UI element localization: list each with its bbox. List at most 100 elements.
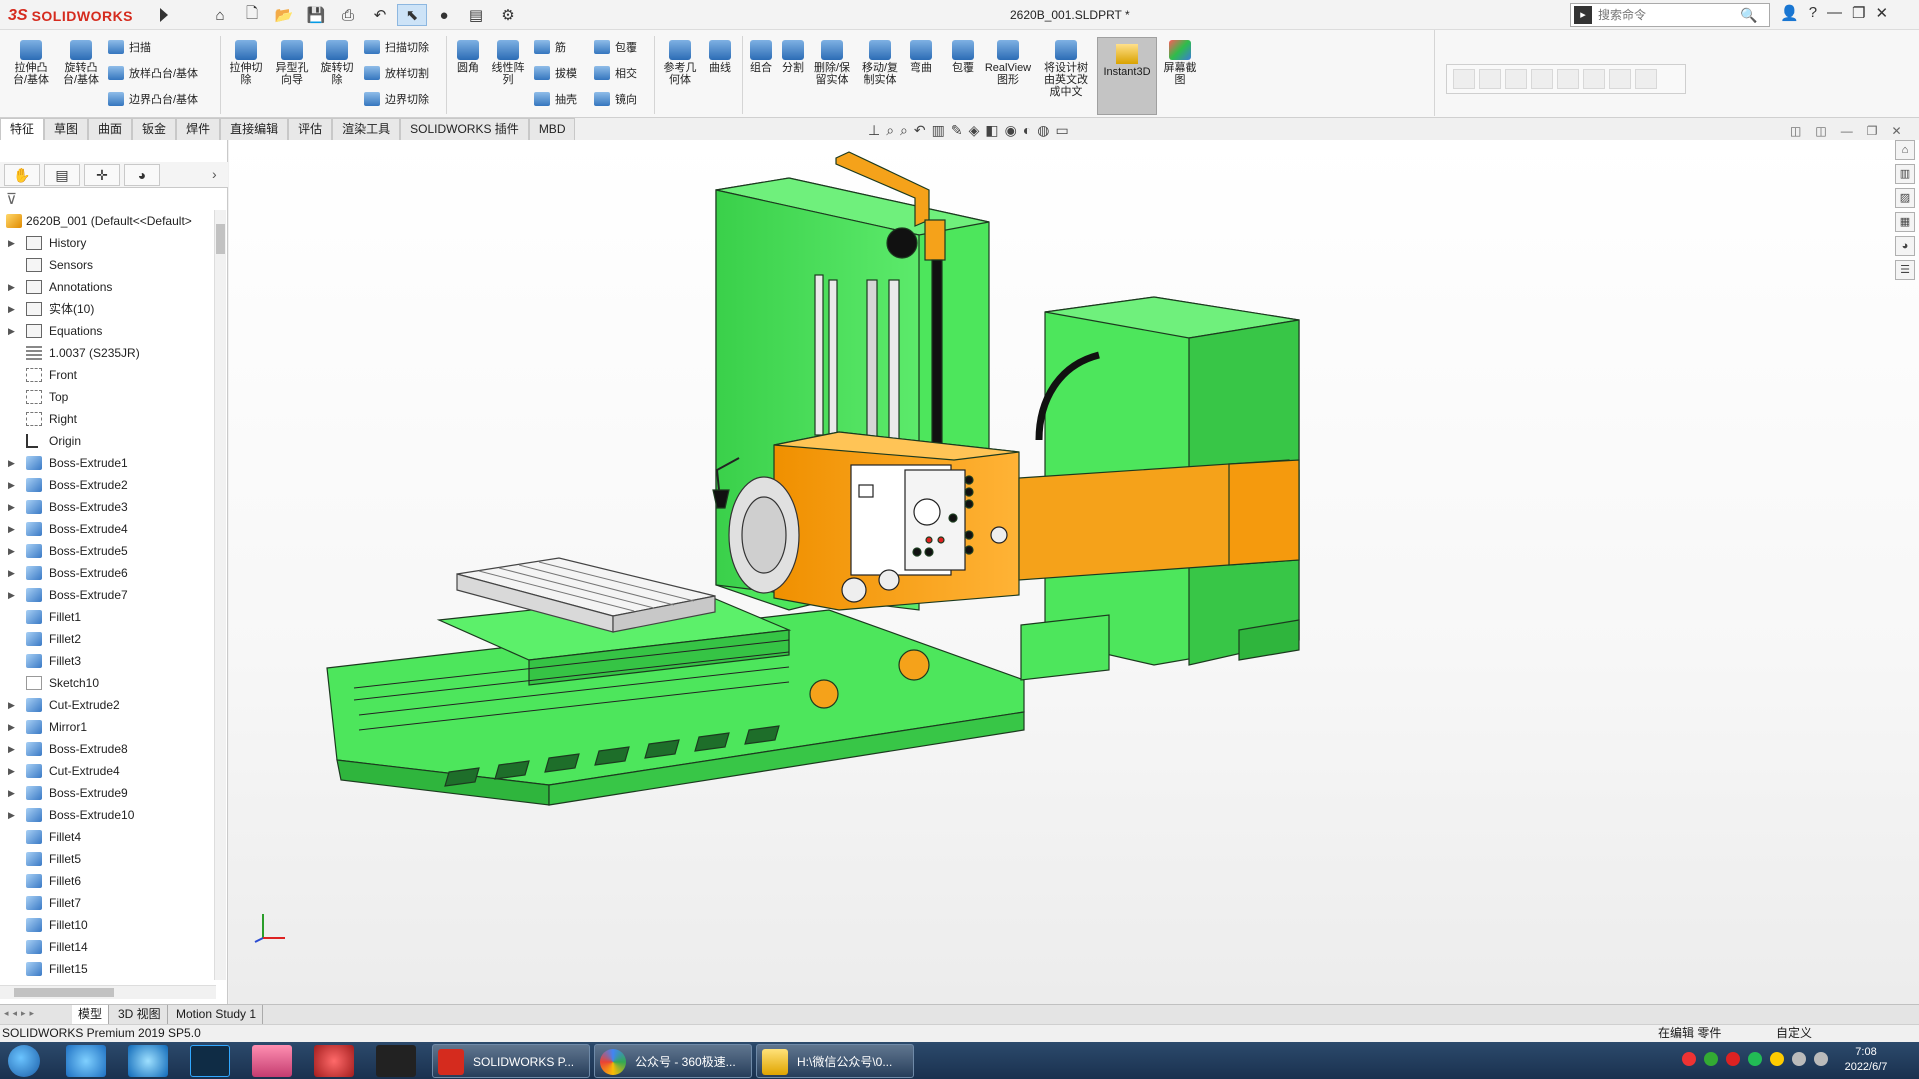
tree-expand-arrow-icon[interactable]: ▶	[8, 782, 15, 804]
tray-app-icon[interactable]	[1704, 1052, 1718, 1066]
start-button-icon[interactable]	[8, 1045, 40, 1077]
solidworks-resources-icon[interactable]: ⌂	[1895, 140, 1915, 160]
realview-button[interactable]: RealView 图形	[982, 40, 1034, 86]
tree-item[interactable]: ▶ Cut-Extrude2	[0, 694, 212, 716]
print-icon[interactable]: ⎙	[333, 4, 363, 26]
tree-item[interactable]: Right	[0, 408, 212, 430]
rib-button[interactable]: 筋	[534, 39, 566, 55]
tree-item[interactable]: ▶ Boss-Extrude8	[0, 738, 212, 760]
combine-button[interactable]: 组合	[746, 40, 776, 74]
tree-expand-arrow-icon[interactable]: ▶	[8, 276, 15, 298]
tree-expand-arrow-icon[interactable]: ▶	[8, 452, 15, 474]
taskbar-app-icon[interactable]	[314, 1045, 354, 1077]
tab-scroll-buttons[interactable]: ◂◂▸▸	[4, 1008, 38, 1019]
property-manager-tab-icon[interactable]: ▤	[44, 164, 80, 186]
hide-show-icon[interactable]: ◉	[1005, 122, 1017, 139]
tree-item[interactable]: ▶ History	[0, 232, 212, 254]
tab-render-tools[interactable]: 渲染工具	[332, 118, 401, 140]
tree-item[interactable]: Top	[0, 386, 212, 408]
screen-capture-button[interactable]: 屏幕截 图	[1160, 40, 1200, 86]
tree-expand-arrow-icon[interactable]: ▶	[8, 716, 15, 738]
photoshop-icon[interactable]	[190, 1045, 230, 1077]
tree-expand-arrow-icon[interactable]: ▶	[8, 320, 15, 342]
taskbar-app-icon[interactable]	[252, 1045, 292, 1077]
view-orientation-icon[interactable]: ⊥	[868, 122, 880, 139]
user-icon[interactable]: 👤	[1780, 4, 1799, 22]
tree-item[interactable]: Fillet10	[0, 914, 212, 936]
display-style-icon[interactable]: ◧	[985, 122, 998, 139]
rebuild-icon[interactable]: ●	[429, 4, 459, 26]
tree-item[interactable]: Fillet7	[0, 892, 212, 914]
tab-evaluate[interactable]: 评估	[288, 118, 333, 140]
boundary-boss-button[interactable]: 边界凸台/基体	[108, 91, 198, 107]
open-document-icon[interactable]: 📂	[269, 4, 299, 26]
tree-item[interactable]: Fillet15	[0, 958, 212, 980]
taskbar-app-icon[interactable]	[376, 1045, 416, 1077]
tray-app-icon[interactable]	[1748, 1052, 1762, 1066]
tree-item[interactable]: ▶ Boss-Extrude4	[0, 518, 212, 540]
tab-model[interactable]: 模型	[72, 1005, 110, 1024]
tree-expand-arrow-icon[interactable]: ▶	[8, 804, 15, 826]
wrap-body-button[interactable]: 包覆	[948, 40, 978, 74]
lofted-boss-button[interactable]: 放样凸台/基体	[108, 65, 198, 81]
viewport-restore-icon[interactable]: ❐	[1867, 124, 1878, 138]
hole-wizard-button[interactable]: 异型孔 向导	[270, 40, 314, 86]
addin-tool-icon[interactable]	[1557, 69, 1579, 89]
undo-icon[interactable]: ↶	[365, 4, 395, 26]
split-button[interactable]: 分割	[778, 40, 808, 74]
addin-tool-icon[interactable]	[1635, 69, 1657, 89]
tree-expand-arrow-icon[interactable]: ▶	[8, 496, 15, 518]
tray-app-icon[interactable]	[1770, 1052, 1784, 1066]
tree-expand-arrow-icon[interactable]: ▶	[8, 738, 15, 760]
apply-scene-icon[interactable]: ◍	[1037, 122, 1049, 139]
boundary-cut-button[interactable]: 边界切除	[364, 91, 429, 107]
network-icon[interactable]	[1814, 1052, 1828, 1066]
new-document-icon[interactable]: 🗋	[237, 4, 267, 26]
tab-3d-views[interactable]: 3D 视图	[112, 1005, 168, 1024]
scrollbar-thumb[interactable]	[14, 988, 114, 997]
view-orientation-cube-icon[interactable]: ◈	[969, 122, 980, 139]
zoom-area-icon[interactable]: ⌕	[900, 122, 908, 139]
tree-item[interactable]: ▶ Boss-Extrude6	[0, 562, 212, 584]
addin-tool-icon[interactable]	[1453, 69, 1475, 89]
zoom-to-fit-icon[interactable]: ⌕	[886, 122, 894, 139]
addin-tool-icon[interactable]	[1609, 69, 1631, 89]
custom-properties-icon[interactable]: ☰	[1895, 260, 1915, 280]
curves-button[interactable]: 曲线	[704, 40, 736, 74]
tree-item[interactable]: ▶ Annotations	[0, 276, 212, 298]
tray-app-icon[interactable]	[1726, 1052, 1740, 1066]
addin-tool-icon[interactable]	[1583, 69, 1605, 89]
lofted-cut-button[interactable]: 放样切割	[364, 65, 429, 81]
fillet-button[interactable]: 圆角	[452, 40, 484, 74]
tree-item[interactable]: Sketch10	[0, 672, 212, 694]
sweep-button[interactable]: 扫描	[108, 39, 151, 55]
swept-cut-button[interactable]: 扫描切除	[364, 39, 429, 55]
addin-tool-icon[interactable]	[1531, 69, 1553, 89]
appearances-icon[interactable]: ◕	[1895, 236, 1915, 256]
tree-item[interactable]: Fillet5	[0, 848, 212, 870]
move-copy-body-button[interactable]: 移动/复 制实体	[858, 40, 902, 86]
tree-expand-arrow-icon[interactable]: ▶	[8, 298, 15, 320]
tray-app-icon[interactable]	[1682, 1052, 1696, 1066]
tree-filter-icon[interactable]: ⊽	[6, 190, 17, 208]
search-input[interactable]	[1598, 5, 1738, 25]
tree-item[interactable]: ▶ Boss-Extrude3	[0, 496, 212, 518]
tree-item[interactable]: 1.0037 (S235JR)	[0, 342, 212, 364]
tab-weldments[interactable]: 焊件	[176, 118, 221, 140]
tree-item[interactable]: ▶ Boss-Extrude1	[0, 452, 212, 474]
tree-item[interactable]: Origin	[0, 430, 212, 452]
solidworks-logo[interactable]: 3S SOLIDWORKS	[8, 5, 133, 27]
revolved-boss-button[interactable]: 旋转凸 台/基体	[58, 40, 104, 86]
tab-solidworks-addins[interactable]: SOLIDWORKS 插件	[400, 118, 529, 140]
tree-expand-arrow-icon[interactable]: ▶	[8, 232, 15, 254]
tree-expand-arrow-icon[interactable]: ▶	[8, 540, 15, 562]
menu-expand-arrow-icon[interactable]	[160, 8, 168, 22]
restore-icon[interactable]: ❐	[1852, 4, 1865, 22]
close-icon[interactable]: ✕	[1875, 4, 1888, 22]
tree-item[interactable]: Fillet14	[0, 936, 212, 958]
select-pointer-icon[interactable]: ⬉	[397, 4, 427, 26]
configuration-manager-tab-icon[interactable]: ✛	[84, 164, 120, 186]
taskbar-window-browser[interactable]: 公众号 - 360极速...	[594, 1044, 752, 1078]
tree-item[interactable]: Sensors	[0, 254, 212, 276]
viewport-minimize-icon[interactable]: —	[1841, 124, 1853, 138]
